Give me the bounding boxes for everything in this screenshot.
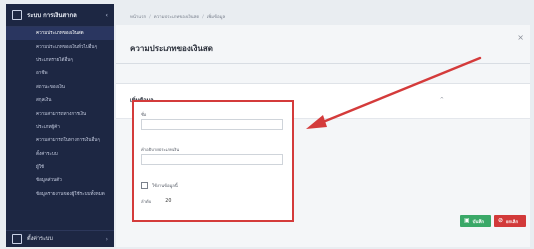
arrow-shaft xyxy=(316,56,482,126)
arrow-head xyxy=(306,115,327,129)
annotation-arrow xyxy=(306,56,482,129)
